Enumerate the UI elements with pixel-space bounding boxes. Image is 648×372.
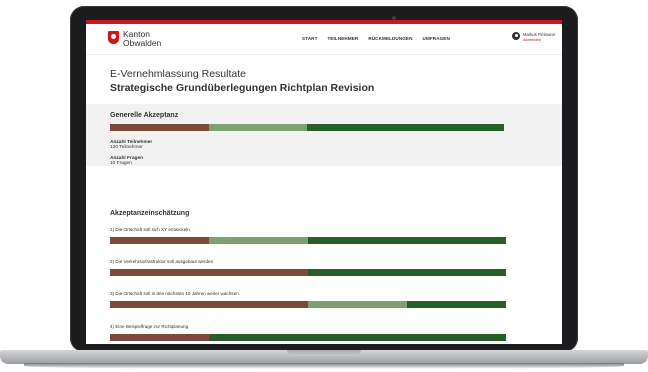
app-screen: Kanton Obwalden START TEILNEHMER RÜCKMEL… bbox=[86, 20, 562, 344]
laptop-notch bbox=[287, 350, 361, 356]
question-2-text: 2) Die Verkehrsinfrastruktur soll ausgeb… bbox=[110, 259, 215, 264]
bar-segment-accept bbox=[307, 124, 504, 131]
nav-start[interactable]: START bbox=[302, 36, 317, 41]
question-1-bar bbox=[110, 237, 506, 244]
coat-of-arms-icon bbox=[108, 31, 119, 44]
bar-segment-accept bbox=[209, 334, 506, 341]
stat-value: 120 Teilnehmer bbox=[110, 145, 143, 150]
bar-segment-reject bbox=[110, 301, 308, 308]
nav-umfragen[interactable]: UMFRAGEN bbox=[423, 36, 450, 41]
main-nav: START TEILNEHMER RÜCKMELDUNGEN UMFRAGEN bbox=[302, 36, 450, 41]
bar-segment-reject bbox=[110, 124, 209, 131]
question-2-bar bbox=[110, 269, 506, 276]
general-acceptance-bar bbox=[110, 124, 504, 131]
laptop-shadow bbox=[24, 363, 624, 369]
brand-logo[interactable]: Kanton Obwalden bbox=[108, 30, 161, 47]
user-avatar-icon bbox=[512, 32, 520, 40]
bar-segment-neutral bbox=[209, 237, 308, 244]
question-3-text: 3) Die Ortschaft soll in den nächsten 10… bbox=[110, 291, 240, 296]
user-menu[interactable]: Markus Fleimann Abmelden bbox=[512, 32, 555, 42]
header: Kanton Obwalden START TEILNEHMER RÜCKMEL… bbox=[86, 24, 562, 55]
stat-value: 10 Fragen bbox=[110, 161, 132, 166]
bar-segment-accept bbox=[308, 269, 506, 276]
question-4-bar bbox=[110, 334, 506, 341]
logout-link[interactable]: Abmelden bbox=[523, 37, 555, 42]
bar-segment-neutral bbox=[208, 124, 307, 131]
nav-teilnehmer[interactable]: TEILNEHMER bbox=[327, 36, 358, 41]
stat-questions: Anzahl Fragen 10 Fragen bbox=[110, 156, 143, 166]
page-title: E-Vernehmlassung Resultate bbox=[110, 68, 246, 80]
bar-segment-accept bbox=[407, 301, 506, 308]
bar-segment-accept bbox=[308, 237, 506, 244]
bar-segment-reject bbox=[110, 237, 209, 244]
bar-segment-reject bbox=[110, 334, 209, 341]
nav-rueckmeldungen[interactable]: RÜCKMELDUNGEN bbox=[368, 36, 412, 41]
general-acceptance-section: Generelle Akzeptanz Anzahl Teilnehmer 12… bbox=[86, 104, 562, 166]
brand-line-2: Obwalden bbox=[123, 37, 162, 48]
stat-participants: Anzahl Teilnehmer 120 Teilnehmer bbox=[110, 140, 152, 150]
general-heading: Generelle Akzeptanz bbox=[110, 112, 179, 119]
bar-segment-neutral bbox=[308, 301, 407, 308]
question-3-bar bbox=[110, 301, 506, 308]
bar-segment-reject bbox=[110, 269, 308, 276]
assessment-heading: Akzeptanzeinschätzung bbox=[110, 210, 190, 217]
question-1-text: 1) Die Ortschaft soll sich XY entwickeln… bbox=[110, 227, 192, 232]
page-titles: E-Vernehmlassung Resultate Strategische … bbox=[110, 68, 374, 94]
question-4-text: 4) Eine Beispielfrage zur Richtplanung. bbox=[110, 324, 190, 329]
page-subtitle: Strategische Grundüberlegungen Richtplan… bbox=[110, 82, 375, 94]
